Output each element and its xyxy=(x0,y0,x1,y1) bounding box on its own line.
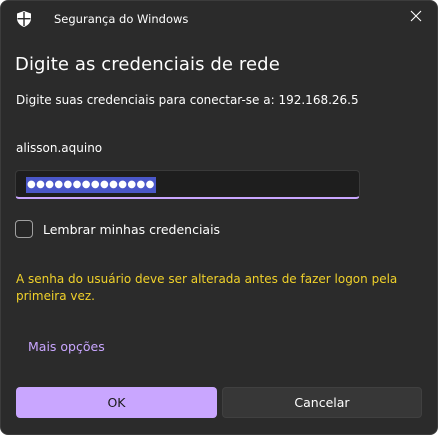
window-title: Segurança do Windows xyxy=(54,12,189,26)
checkbox-box[interactable] xyxy=(15,220,33,238)
password-change-warning: A senha do usuário deve ser alterada ant… xyxy=(16,272,398,303)
connection-target-text: Digite suas credenciais para conectar-se… xyxy=(16,93,359,107)
more-options-link[interactable]: Mais opções xyxy=(28,339,105,354)
password-value: ●●●●●●●●●●●●●● xyxy=(26,177,156,193)
title-bar: Segurança do Windows xyxy=(1,1,437,37)
password-field[interactable]: ●●●●●●●●●●●●●● xyxy=(15,170,360,199)
shield-icon xyxy=(17,11,31,27)
cancel-button[interactable]: Cancelar xyxy=(222,387,422,418)
close-button[interactable] xyxy=(403,3,429,29)
dialog-heading: Digite as credenciais de rede xyxy=(15,54,280,75)
credential-dialog: Segurança do Windows Digite as credencia… xyxy=(0,0,438,435)
close-icon xyxy=(410,7,422,26)
ok-button[interactable]: OK xyxy=(16,387,217,418)
username-text: alisson.aquino xyxy=(16,141,103,155)
remember-credentials-label: Lembrar minhas credenciais xyxy=(43,221,221,237)
remember-credentials-checkbox[interactable]: Lembrar minhas credenciais xyxy=(15,218,220,240)
